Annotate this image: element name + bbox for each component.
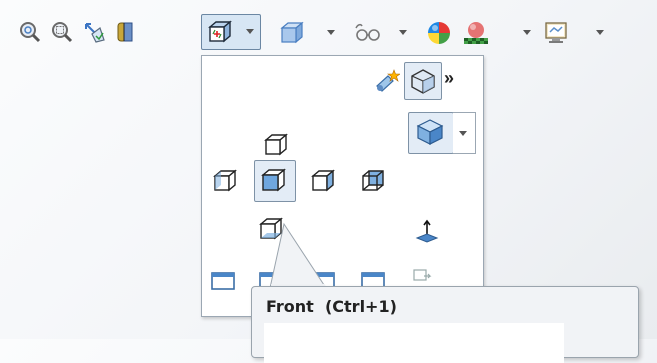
- section-view-button[interactable]: [112, 18, 140, 46]
- view-orientation-flyout: »: [201, 55, 484, 317]
- tooltip-body: [264, 323, 564, 363]
- single-viewport-icon: [211, 272, 235, 290]
- view-left-icon: [213, 169, 237, 192]
- isometric-view-button[interactable]: [408, 112, 454, 154]
- view-top-button[interactable]: [259, 128, 293, 162]
- link-views-icon: [413, 269, 432, 281]
- hide-show-items-dropdown-arrow[interactable]: [398, 28, 408, 38]
- view-orientation-button[interactable]: [201, 14, 261, 50]
- apply-scene-dropdown-arrow[interactable]: [522, 28, 532, 38]
- view-front-button[interactable]: [254, 160, 296, 202]
- scene-icon: [464, 22, 488, 44]
- single-view-button[interactable]: [206, 266, 240, 300]
- view-settings-dropdown-arrow[interactable]: [595, 28, 605, 38]
- view-settings-button[interactable]: [542, 18, 570, 46]
- tooltip-pointer: [269, 222, 327, 290]
- apply-scene-button[interactable]: [460, 18, 488, 46]
- view-orientation-dropdown-arrow[interactable]: [245, 27, 255, 37]
- magnifier-zoom-fit-icon: [20, 22, 41, 43]
- view-normal-to-button[interactable]: [410, 214, 444, 248]
- view-orientation-cube-icon: [208, 20, 232, 43]
- view-selector-cube-icon: [411, 69, 435, 94]
- previous-view-icon: [85, 23, 105, 43]
- zoom-to-area-button[interactable]: [48, 18, 76, 46]
- heads-up-view-toolbar: [0, 0, 657, 56]
- previous-view-button[interactable]: [80, 18, 108, 46]
- view-top-icon: [264, 133, 288, 156]
- view-right-button[interactable]: [306, 164, 340, 198]
- tooltip-title: Front (Ctrl+1): [266, 297, 397, 316]
- new-view-button[interactable]: [370, 64, 404, 98]
- view-selector-button[interactable]: [404, 62, 442, 100]
- display-style-dropdown-arrow[interactable]: [326, 28, 336, 38]
- zoom-to-fit-button[interactable]: [16, 18, 44, 46]
- color-ball-icon: [428, 22, 450, 44]
- normal-to-icon: [415, 219, 439, 243]
- view-back-button[interactable]: [356, 164, 390, 198]
- monitor-settings-icon: [545, 22, 567, 43]
- more-options-chevron[interactable]: »: [444, 68, 454, 89]
- camera-starburst-icon: [376, 69, 400, 92]
- section-view-icon: [117, 22, 133, 42]
- edit-appearance-button[interactable]: [424, 18, 452, 46]
- tooltip: Front (Ctrl+1): [251, 286, 639, 363]
- magnifier-zoom-area-icon: [52, 22, 73, 43]
- view-left-button[interactable]: [208, 164, 242, 198]
- isometric-cube-icon: [416, 119, 444, 145]
- isometric-dropdown-button[interactable]: [453, 112, 476, 154]
- isometric-dropdown-arrow: [458, 129, 468, 139]
- view-right-icon: [311, 169, 335, 192]
- hide-show-items-button[interactable]: [352, 18, 380, 46]
- view-front-icon: [261, 168, 286, 192]
- view-back-icon: [362, 170, 384, 191]
- display-style-cube-icon: [280, 21, 304, 44]
- display-style-button[interactable]: [277, 18, 305, 46]
- eyeglasses-icon: [355, 23, 380, 41]
